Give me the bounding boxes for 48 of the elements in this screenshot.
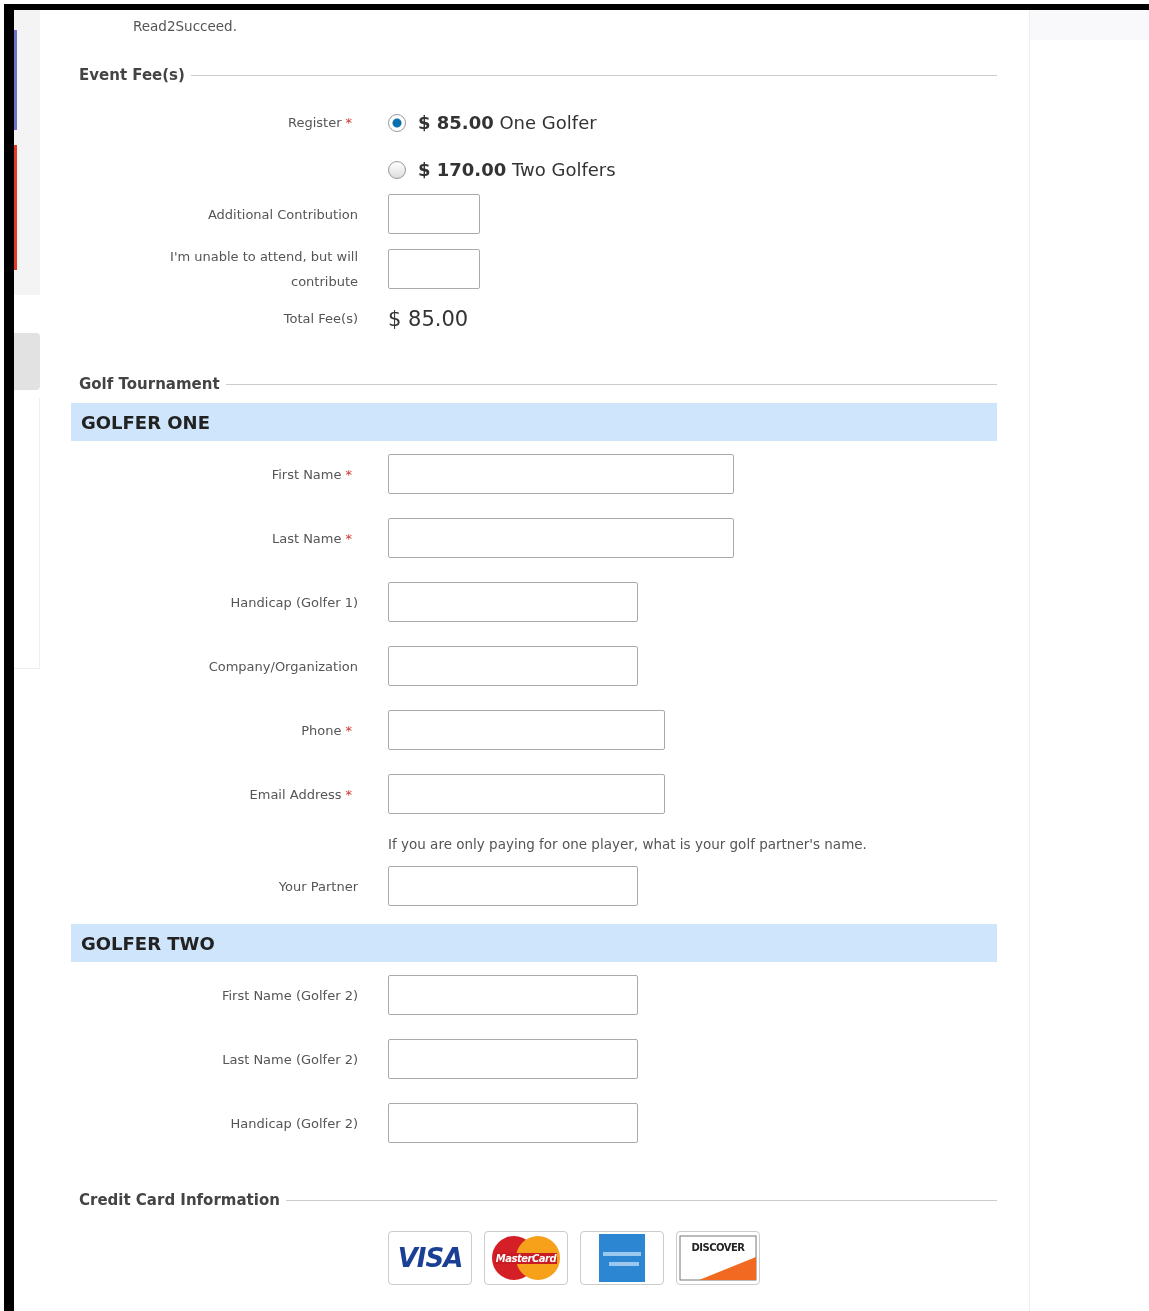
required-mark: * [345,722,352,738]
field-label: Your Partner [278,877,358,896]
text-input-field[interactable] [388,646,638,686]
amount-input-field[interactable] [388,249,480,289]
hint-text: If you are only paying for one player, what is your golf partner's name. [388,836,868,852]
field-label: Handicap (Golfer 1) [230,593,358,612]
text-input-field[interactable] [388,975,638,1015]
field-label: Company/Organization [208,657,358,676]
visa-card-logo: VISA [388,1231,472,1285]
field-label: Email Address [249,786,342,802]
radio-button[interactable] [388,160,406,179]
field-label: Additional Contribution [207,205,358,224]
section-heading: Credit Card Information [79,1191,280,1209]
text-input-field[interactable] [388,582,638,622]
field-label: Total Fee(s) [283,310,358,328]
field-label: First Name [271,466,342,482]
mastercard-card-logo: MasterCard [484,1231,568,1285]
amount-input-field[interactable] [388,194,480,234]
text-input-field[interactable] [388,1039,638,1079]
required-mark: * [345,115,352,130]
discover-card-logo: DISCOVER [676,1231,760,1285]
fee-option-label: $ 170.00 Two Golfers [418,159,616,180]
radio-button[interactable] [388,113,406,132]
text-input-field[interactable] [388,866,638,906]
required-mark: * [345,530,352,546]
intro-text: Read2Succeed. [133,18,237,34]
required-mark: * [345,466,352,482]
field-label: Phone [301,722,342,738]
text-input-field[interactable] [388,774,665,814]
field-label: I'm unable to attend, but will contribute [169,248,358,291]
field-label: First Name (Golfer 2) [221,986,358,1005]
fee-option[interactable]: $ 170.00 Two Golfers [388,159,997,180]
fee-option-label: $ 85.00 One Golfer [418,112,597,133]
section-title: GOLFER ONE [81,411,210,433]
field-label: Last Name [271,530,342,546]
field-label: Register [287,115,342,130]
fee-option[interactable]: $ 85.00 One Golfer [388,112,997,133]
section-heading: Event Fee(s) [79,66,185,84]
text-input-field[interactable] [388,710,665,750]
total-amount: $ 85.00 [388,306,470,331]
text-input-field[interactable] [388,454,734,494]
required-mark: * [345,786,352,802]
section-heading: Golf Tournament [79,375,220,393]
text-input-field[interactable] [388,1103,638,1143]
text-input-field[interactable] [388,518,734,558]
field-label: Last Name (Golfer 2) [222,1050,358,1069]
section-title: GOLFER TWO [81,932,215,954]
field-label: Handicap (Golfer 2) [230,1114,358,1133]
